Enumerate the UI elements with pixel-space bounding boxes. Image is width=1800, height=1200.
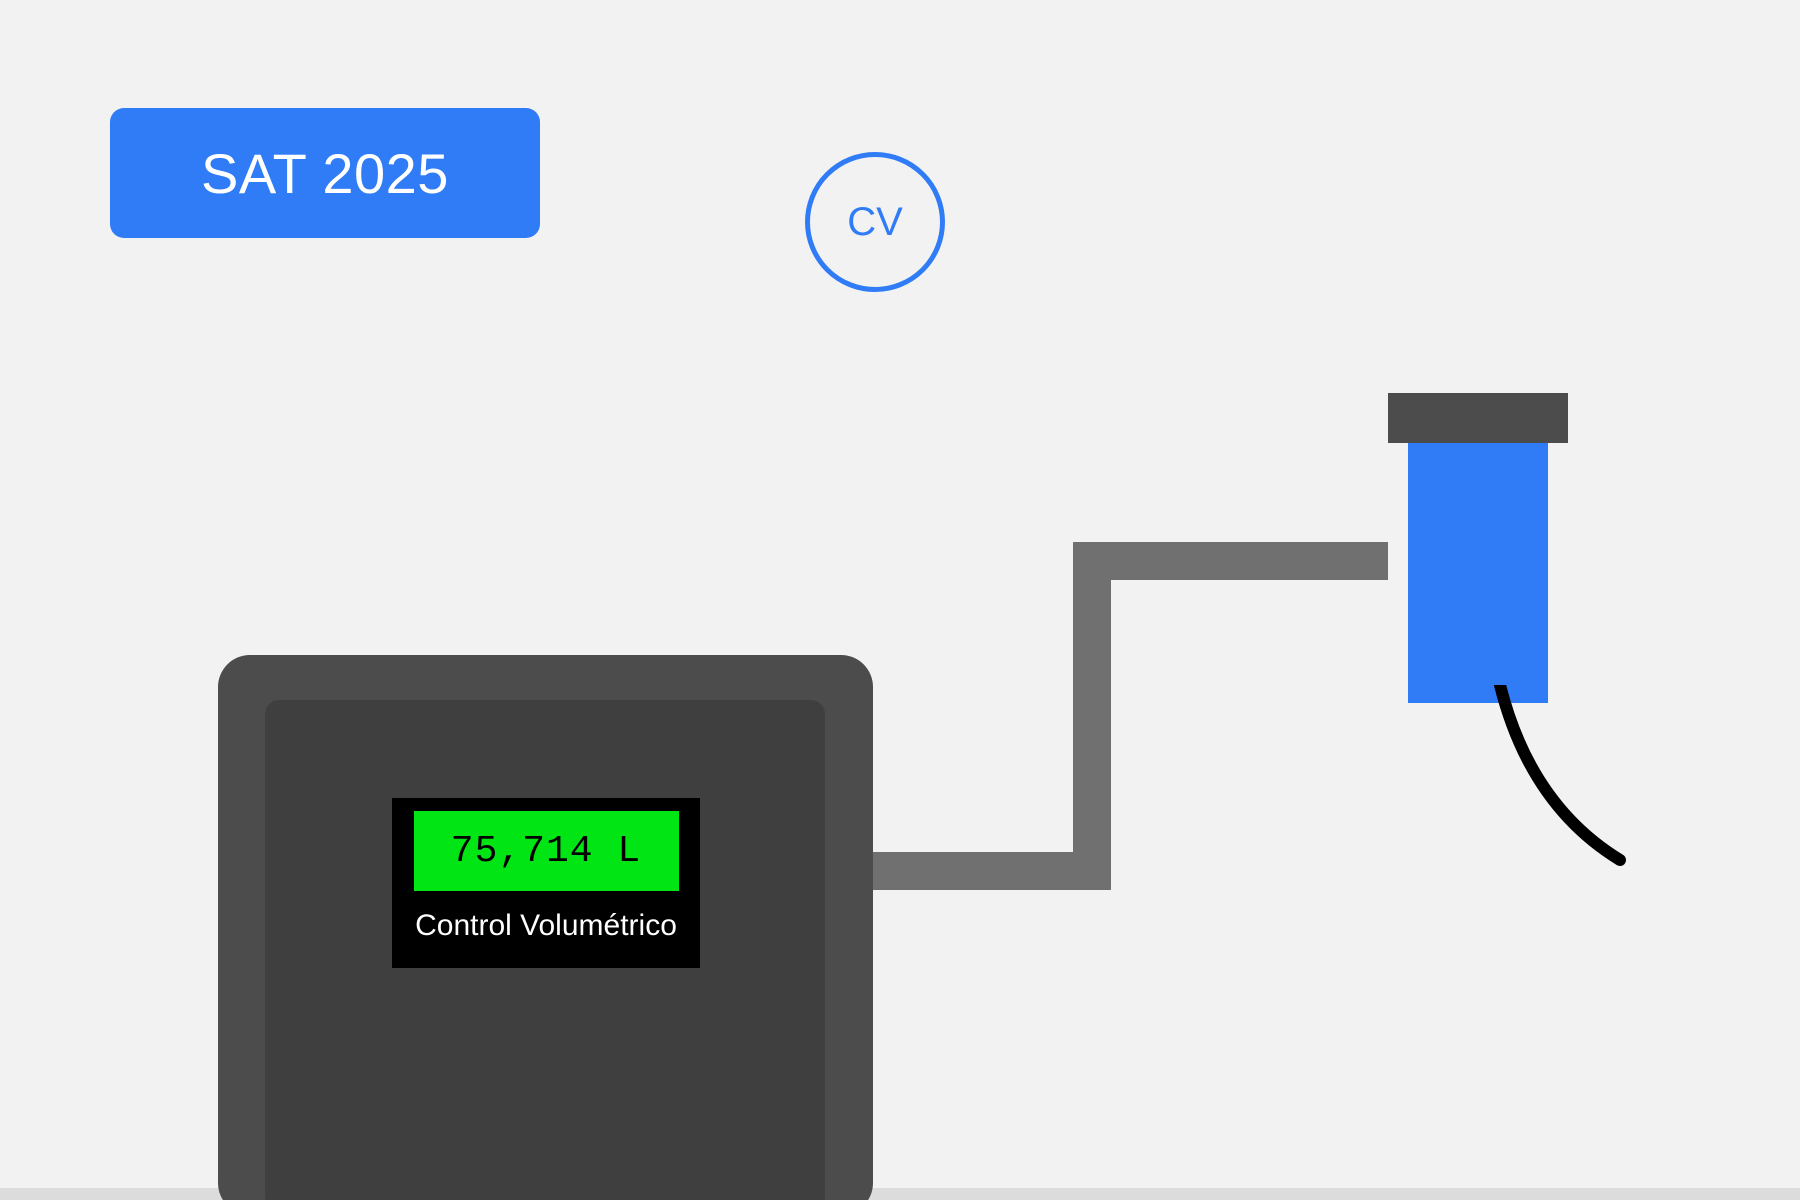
lcd-readout: 75,714 L xyxy=(414,811,679,891)
control-device-screen: 75,714 L Control Volumétrico xyxy=(392,798,700,968)
fuel-hose-icon xyxy=(1450,685,1670,905)
pipe-segment xyxy=(1073,542,1111,890)
sat-badge-label: SAT 2025 xyxy=(201,141,449,206)
fuel-nozzle-cap xyxy=(1388,393,1568,443)
pipe-segment xyxy=(1073,542,1388,580)
cv-circle-icon: CV xyxy=(805,152,945,292)
cv-circle-label: CV xyxy=(847,200,903,245)
pipe-segment xyxy=(873,852,1073,890)
sat-badge: SAT 2025 xyxy=(110,108,540,238)
device-label: Control Volumétrico xyxy=(415,909,677,943)
fuel-nozzle-body xyxy=(1408,443,1548,703)
